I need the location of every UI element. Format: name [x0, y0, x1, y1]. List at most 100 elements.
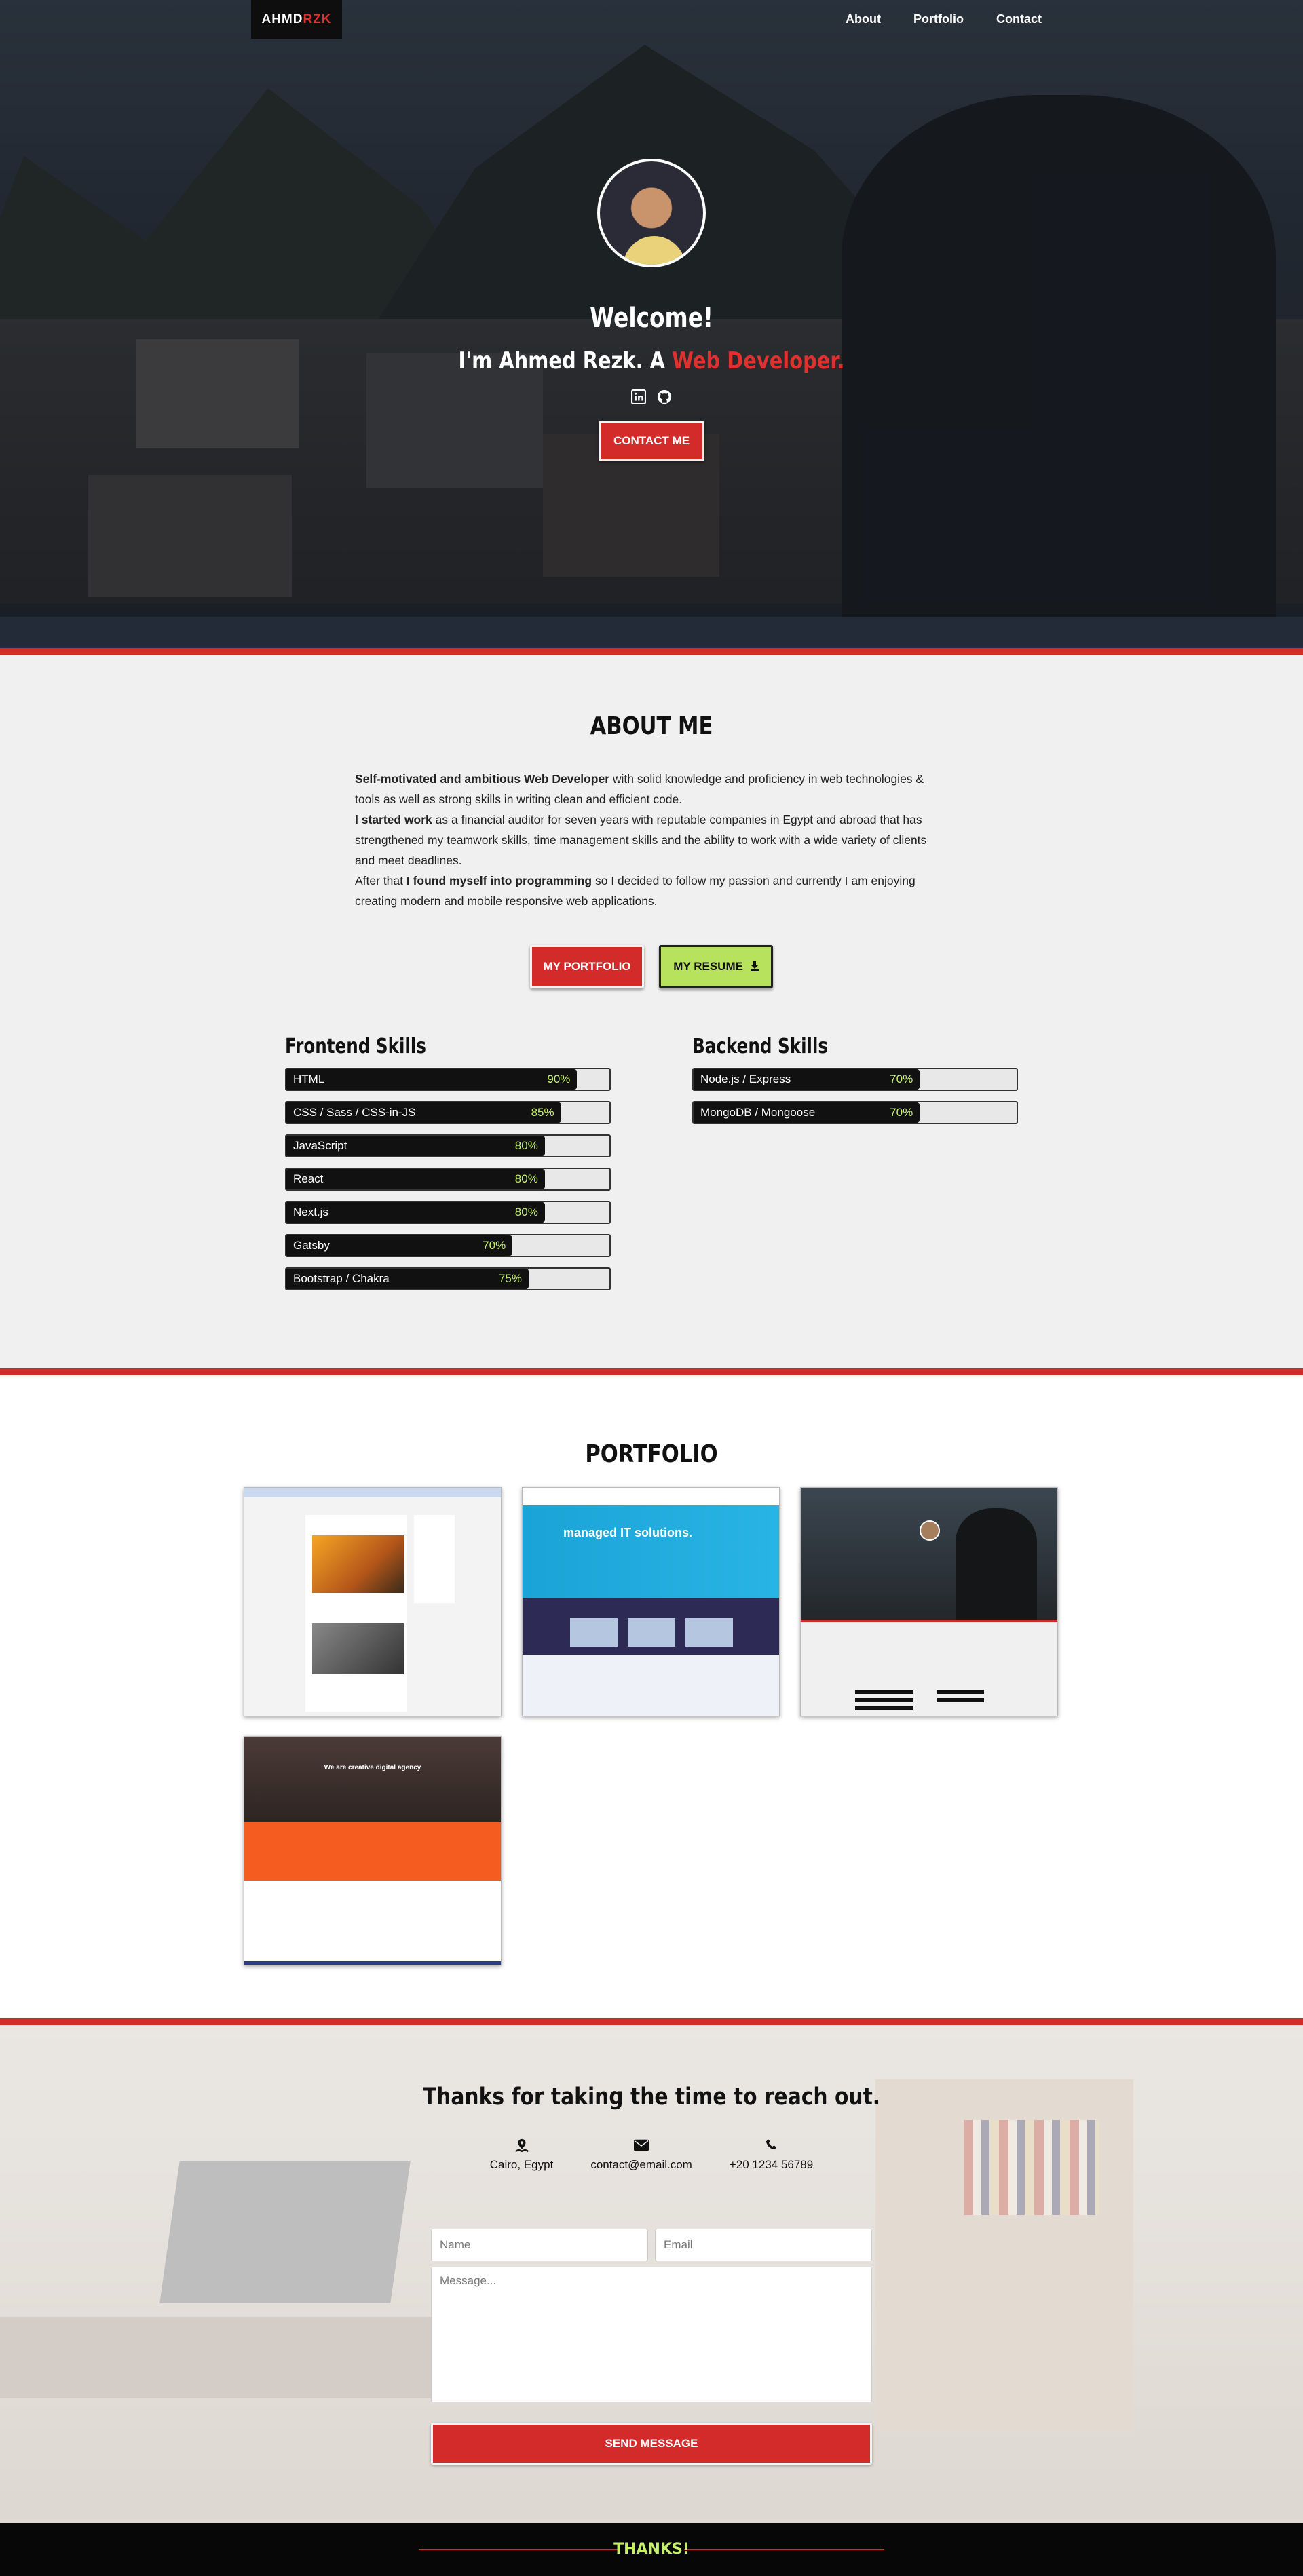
about-text: Self-motivated and ambitious Web Develop… [355, 769, 948, 911]
skill-percent: 80% [514, 1172, 538, 1185]
envelope-icon [590, 2138, 692, 2155]
skill-bar: MongoDB / Mongoose 70% [692, 1101, 1018, 1124]
my-resume-label: MY RESUME [673, 960, 743, 973]
thumb-orange-band [244, 1822, 501, 1881]
logo-part-2: RZK [303, 12, 332, 26]
thumb-card [628, 1618, 675, 1647]
hero-section: Welcome! I'm Ahmed Rezk. A Web Developer… [0, 0, 1303, 648]
about-paragraph-3: After that I found myself into programmi… [355, 870, 948, 911]
contact-section: Thanks for taking the time to reach out.… [0, 2025, 1303, 2523]
thumb-card [570, 1618, 618, 1647]
send-message-button[interactable]: SEND MESSAGE [431, 2423, 872, 2465]
portfolio-item-digital-agency[interactable]: We are creative digital agency [244, 1736, 502, 1965]
message-textarea[interactable]: Message... [431, 2267, 872, 2402]
skill-percent: 70% [890, 1073, 913, 1085]
skill-percent: 85% [531, 1106, 554, 1119]
contact-info: Cairo, Egypt contact@email.com +20 1234 … [0, 2138, 1303, 2172]
skill-percent: 70% [890, 1106, 913, 1119]
name-input[interactable]: Name [431, 2229, 648, 2261]
skill-bar: JavaScript 80% [285, 1134, 611, 1157]
about-paragraph-1: Self-motivated and ambitious Web Develop… [355, 769, 948, 809]
portfolio-item-it-solutions[interactable]: managed IT solutions. [522, 1487, 780, 1716]
thumb-hero: managed IT solutions. [523, 1505, 779, 1598]
contact-email[interactable]: contact@email.com [590, 2138, 692, 2172]
skill-bar: CSS / Sass / CSS-in-JS 85% [285, 1101, 611, 1124]
thumb-header [244, 1488, 501, 1497]
avatar [597, 159, 706, 267]
footer-text: THANKS! [613, 2541, 690, 2558]
backend-skills-title: Backend Skills [692, 1035, 829, 1058]
thumb-skill-bar [937, 1698, 984, 1702]
thumb-hero: We are creative digital agency [244, 1737, 501, 1822]
thumb-header [523, 1488, 779, 1505]
contact-phone[interactable]: +20 1234 56789 [730, 2138, 813, 2172]
hero-bottom-strip [0, 617, 1303, 648]
backend-skill-bars: Node.js / Express 70% MongoDB / Mongoose 70… [692, 1068, 1018, 1124]
phone-icon [730, 2138, 813, 2155]
about-p3-prefix: After that [355, 874, 407, 887]
email-text: contact@email.com [590, 2158, 692, 2171]
skill-percent: 90% [547, 1073, 571, 1085]
nav-link-portfolio[interactable]: Portfolio [913, 12, 964, 26]
skill-bar: React 80% [285, 1168, 611, 1191]
skills: Frontend Skills HTML 90% CSS / Sass / CSS-… [285, 1035, 1018, 1301]
my-resume-button[interactable]: MY RESUME [659, 945, 773, 988]
skill-bar: Node.js / Express 70% [692, 1068, 1018, 1091]
skill-name: MongoDB / Mongoose [700, 1106, 816, 1119]
frontend-skill-bars: HTML 90% CSS / Sass / CSS-in-JS 85% JavaScri… [285, 1068, 611, 1290]
thumb-light-band [523, 1655, 779, 1716]
contact-me-button[interactable]: CONTACT ME [599, 421, 704, 461]
skill-bar-fill [286, 1069, 578, 1090]
portfolio-item-personal-site[interactable] [800, 1487, 1058, 1716]
email-input[interactable]: Email [655, 2229, 872, 2261]
section-divider [0, 1368, 1303, 1375]
about-p2-bold: I started work [355, 813, 432, 826]
skill-bar: HTML 90% [285, 1068, 611, 1091]
thumb-skill-bar [855, 1698, 913, 1702]
thumb-white-band [244, 1881, 501, 1962]
thumb-hero [801, 1488, 1057, 1620]
skill-name: CSS / Sass / CSS-in-JS [293, 1106, 416, 1119]
skill-percent: 80% [514, 1206, 538, 1218]
about-p2-text: as a financial auditor for seven years w… [355, 813, 927, 867]
thumb-hero-text: We are creative digital agency [324, 1764, 421, 1771]
portfolio-section: PORTFOLIO managed IT solutions. We are c… [0, 1375, 1303, 2018]
portfolio-item-social-app[interactable] [244, 1487, 502, 1716]
nav-link-contact[interactable]: Contact [996, 12, 1042, 26]
thumb-skill-bar [937, 1690, 984, 1694]
thumb-image [312, 1623, 404, 1674]
nav-link-about[interactable]: About [846, 12, 881, 26]
thumb-footer [244, 1961, 501, 1965]
contact-content: Thanks for taking the time to reach out.… [0, 2025, 1303, 2172]
thumb-person [956, 1508, 1037, 1620]
phone-text: +20 1234 56789 [729, 2158, 814, 2171]
skill-percent: 75% [498, 1272, 522, 1285]
my-portfolio-button[interactable]: MY PORTFOLIO [530, 945, 644, 988]
about-buttons: MY PORTFOLIO MY RESUME [0, 945, 1303, 988]
about-title: ABOUT ME [590, 712, 713, 740]
skill-bar: Bootstrap / Chakra 75% [285, 1267, 611, 1290]
skill-name: Node.js / Express [700, 1073, 791, 1085]
logo[interactable]: AHMD RZK [251, 0, 342, 39]
github-icon[interactable] [657, 389, 672, 404]
navbar: AHMD RZK About Portfolio Contact [0, 0, 1303, 39]
about-section: ABOUT ME Self-motivated and ambitious We… [0, 655, 1303, 1368]
thumb-sidebar [414, 1515, 455, 1603]
footer: THANKS! [0, 2523, 1303, 2576]
skill-percent: 70% [483, 1239, 506, 1252]
skill-bar: Gatsby 70% [285, 1234, 611, 1257]
thumb-skill-bar [855, 1706, 913, 1710]
linkedin-icon[interactable] [631, 389, 646, 404]
about-paragraph-2: I started work as a financial auditor fo… [355, 809, 948, 870]
social-links [0, 389, 1303, 404]
backend-skills: Backend Skills Node.js / Express 70% Mongo… [692, 1035, 1018, 1301]
thumb-body [801, 1622, 1057, 1716]
thumb-card [685, 1618, 733, 1647]
welcome-heading: Welcome! [590, 303, 713, 334]
skill-name: HTML [293, 1073, 325, 1085]
skill-bar: Next.js 80% [285, 1201, 611, 1224]
contact-title: Thanks for taking the time to reach out. [422, 2083, 881, 2111]
hero-content: Welcome! I'm Ahmed Rezk. A Web Developer… [0, 159, 1303, 461]
location-text: Cairo, Egypt [489, 2158, 554, 2171]
tagline-prefix: I'm Ahmed Rezk. A [458, 347, 673, 374]
